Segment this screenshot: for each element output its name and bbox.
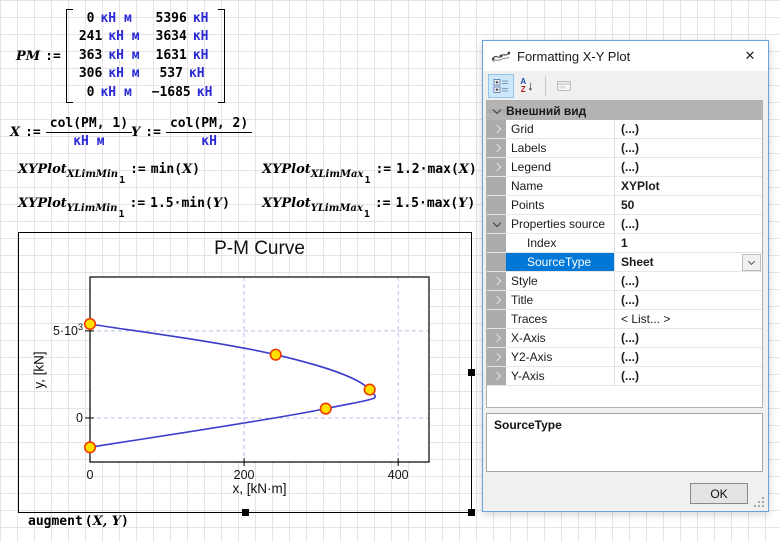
- property-row-index[interactable]: Index 1: [487, 234, 762, 253]
- xy-plot-canvas[interactable]: 0 200 400 5·103 0: [19, 233, 471, 512]
- toolbar-separator: [545, 76, 546, 96]
- description-title: SourceType: [494, 418, 562, 432]
- property-row-labels[interactable]: Labels (...): [487, 139, 762, 158]
- svg-text:200: 200: [234, 468, 255, 482]
- sort-arrow-icon: ↓: [527, 78, 534, 93]
- property-row-y-axis[interactable]: Y-Axis (...): [487, 367, 762, 386]
- category-header-appearance[interactable]: Внешний вид: [487, 101, 762, 120]
- categorized-icon: [493, 78, 509, 94]
- svg-text:0: 0: [87, 468, 94, 482]
- selection-handle-corner[interactable]: [468, 509, 475, 516]
- y-definition-region[interactable]: Y := col(PM, 2) кН: [131, 116, 252, 149]
- expand-icon[interactable]: [492, 277, 500, 285]
- svg-text:400: 400: [388, 468, 409, 482]
- assign-operator: :=: [45, 49, 61, 64]
- close-icon[interactable]: ✕: [741, 47, 759, 65]
- expand-icon[interactable]: [492, 334, 500, 342]
- property-row-sourcetype[interactable]: SourceType Sheet: [487, 253, 762, 272]
- category-label: Внешний вид: [506, 104, 586, 118]
- dialog-titlebar[interactable]: Formatting X-Y Plot ✕: [483, 41, 768, 71]
- az-sort-icon: A Z: [520, 78, 526, 94]
- collapse-icon[interactable]: [492, 105, 500, 113]
- collapse-icon[interactable]: [492, 219, 500, 227]
- x-definition-region[interactable]: X := col(PM, 1) кН м: [10, 116, 132, 149]
- property-row-traces[interactable]: Traces < List... >: [487, 310, 762, 329]
- property-row-points[interactable]: Points 50: [487, 196, 762, 215]
- expand-icon[interactable]: [492, 296, 500, 304]
- ylimmax-definition-region[interactable]: XYPlotYLimMax1 := 1.5·max(Y): [262, 196, 475, 211]
- dropdown-button[interactable]: [742, 254, 761, 271]
- ylimmin-definition-region[interactable]: XYPlotYLimMin1 := 1.5·min(Y): [18, 196, 230, 211]
- property-row-grid[interactable]: Grid (...): [487, 120, 762, 139]
- dialog-title: Formatting X-Y Plot: [517, 49, 630, 64]
- property-description-panel: SourceType: [486, 413, 763, 472]
- categorized-view-button[interactable]: [488, 74, 514, 98]
- property-row-style[interactable]: Style (...): [487, 272, 762, 291]
- property-row-title[interactable]: Title (...): [487, 291, 762, 310]
- ok-button[interactable]: OK: [690, 483, 748, 504]
- matrix-cells: 0кН м 5396кН 241кН м 3634кН 363кН м 1631…: [73, 8, 219, 104]
- matrix-bracket-left: [66, 9, 73, 103]
- property-row-legend[interactable]: Legend (...): [487, 158, 762, 177]
- plot-y-axis-label: y, [kN]: [32, 351, 47, 388]
- property-row-name[interactable]: Name XYPlot: [487, 177, 762, 196]
- property-grid: Внешний вид Grid (...) Labels (...) Lege…: [486, 100, 763, 408]
- svg-text:0: 0: [76, 411, 83, 425]
- selection-handle-right[interactable]: [468, 369, 475, 376]
- expand-icon[interactable]: [492, 125, 500, 133]
- property-row-properties-source[interactable]: Properties source (...): [487, 215, 762, 234]
- xy-plot-icon: [492, 49, 510, 63]
- fraction: col(PM, 2) кН: [166, 116, 252, 149]
- expand-icon[interactable]: [492, 372, 500, 380]
- alphabetical-sort-button[interactable]: A Z ↓: [514, 74, 540, 98]
- selection-handle-bottom[interactable]: [242, 509, 249, 516]
- sourcetype-value: Sheet: [621, 255, 654, 269]
- property-pages-button: [551, 74, 577, 98]
- plot-x-axis-label: x, [kN·m]: [90, 481, 429, 496]
- matrix-bracket-right: [218, 9, 225, 103]
- formatting-xy-plot-dialog: Formatting X-Y Plot ✕ A Z ↓: [482, 40, 769, 512]
- dialog-toolbar: A Z ↓: [483, 71, 768, 100]
- xlimmax-definition-region[interactable]: XYPlotXLimMax1 := 1.2·max(X): [262, 162, 477, 177]
- resize-grip[interactable]: [754, 497, 764, 507]
- fraction: col(PM, 1) кН м: [46, 116, 132, 149]
- property-pages-icon: [556, 79, 572, 93]
- expand-icon[interactable]: [492, 163, 500, 171]
- matrix-definition-region[interactable]: PM := 0кН м 5396кН 241кН м 3634кН 363кН …: [16, 8, 225, 104]
- chevron-down-icon: [748, 257, 755, 264]
- matrix: 0кН м 5396кН 241кН м 3634кН 363кН м 1631…: [66, 8, 226, 104]
- expand-icon[interactable]: [492, 353, 500, 361]
- xy-plot-region[interactable]: P-M Curve 02004005·1030 y, [kN] x, [kN·m…: [18, 232, 472, 513]
- matrix-var: PM: [16, 49, 40, 64]
- svg-text:5·103: 5·103: [53, 322, 83, 338]
- expand-icon[interactable]: [492, 144, 500, 152]
- property-row-x-axis[interactable]: X-Axis (...): [487, 329, 762, 348]
- property-row-y2-axis[interactable]: Y2-Axis (...): [487, 348, 762, 367]
- xlimmin-definition-region[interactable]: XYPlotXLimMin1 := min(X): [18, 162, 200, 177]
- augment-expression-region[interactable]: augment(X, Y): [28, 514, 129, 529]
